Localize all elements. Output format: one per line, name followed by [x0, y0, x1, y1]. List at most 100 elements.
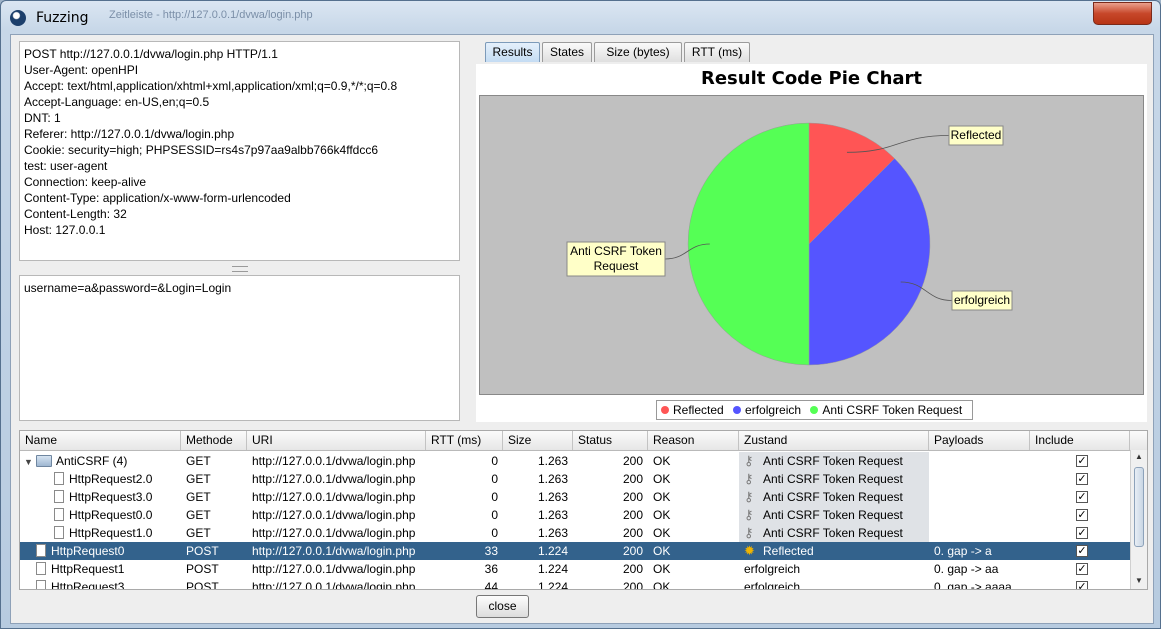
- table-scrollbar[interactable]: ▲ ▼: [1130, 450, 1147, 589]
- close-button[interactable]: close: [476, 595, 529, 618]
- cell-name: HttpRequest1.0: [20, 524, 181, 542]
- table-row[interactable]: HttpRequest1.0 GET http://127.0.0.1/dvwa/l…: [20, 524, 1130, 542]
- title-bar[interactable]: Fuzzing Zeitleiste - http://127.0.0.1/dv…: [1, 1, 1160, 35]
- cell-uri: http://127.0.0.1/dvwa/login.php: [252, 490, 416, 504]
- cell-zustand: ⚷ Anti CSRF Token Request: [739, 470, 929, 488]
- document-icon: [54, 490, 64, 503]
- column-header-include[interactable]: Include: [1030, 431, 1130, 450]
- legend-item-reflected: Reflected: [661, 401, 724, 419]
- cell-name: HttpRequest3.0: [20, 488, 181, 506]
- cell-size: 1.263: [537, 526, 568, 540]
- split-pane-divider[interactable]: [232, 266, 248, 272]
- tree-expand-icon[interactable]: ▼: [24, 453, 34, 470]
- include-checkbox[interactable]: ✓: [1076, 473, 1088, 485]
- cell-reason: OK: [653, 526, 671, 540]
- cell-status: 200: [622, 580, 643, 590]
- fuzzing-content: POST http://127.0.0.1/dvwa/login.php HTT…: [10, 34, 1154, 624]
- cell-uri: http://127.0.0.1/dvwa/login.php: [252, 526, 416, 540]
- background-window-title: Zeitleiste - http://127.0.0.1/dvwa/login…: [109, 9, 313, 21]
- pie-chart-plot: Reflected erfolgreich Anti CSRF TokenReque…: [479, 95, 1144, 395]
- cell-payloads: [929, 470, 1030, 488]
- table-row[interactable]: HttpRequest0 POST http://127.0.0.1/dvwa/lo…: [20, 542, 1130, 560]
- cell-rtt: 44: [484, 580, 498, 590]
- cell-size: 1.224: [537, 580, 568, 590]
- cell-status: 200: [622, 454, 643, 468]
- cell-name: ▼ AntiCSRF (4): [20, 452, 181, 470]
- cell-zustand: ✹ Reflected: [744, 543, 814, 558]
- cell-name: HttpRequest0.0: [20, 506, 181, 524]
- cell-method: GET: [186, 472, 211, 486]
- chart-legend: Reflected erfolgreich Anti CSRF Token Re…: [656, 400, 974, 420]
- cell-status: 200: [622, 526, 643, 540]
- legend-item-erfolgreich: erfolgreich: [733, 401, 801, 419]
- cell-name: HttpRequest1: [20, 560, 181, 578]
- tab-states[interactable]: States: [542, 42, 592, 62]
- tab-results[interactable]: Results: [485, 42, 540, 62]
- include-checkbox[interactable]: ✓: [1076, 455, 1088, 467]
- cell-reason: OK: [653, 544, 671, 558]
- tab-size-bytes[interactable]: Size (bytes): [594, 42, 682, 62]
- pie-chart-panel: Result Code Pie Chart Reflected erfolgrei…: [476, 64, 1147, 422]
- table-row[interactable]: HttpRequest2.0 GET http://127.0.0.1/dvwa/l…: [20, 470, 1130, 488]
- fuzz-results-table: Name Methode URI RTT (ms) Size Status Re…: [19, 430, 1148, 590]
- column-header-zustand[interactable]: Zustand: [739, 431, 929, 450]
- cell-reason: OK: [653, 562, 671, 576]
- request-header-text[interactable]: POST http://127.0.0.1/dvwa/login.php HTT…: [19, 41, 460, 261]
- cell-method: GET: [186, 490, 211, 504]
- cell-name: HttpRequest2.0: [20, 470, 181, 488]
- cell-method: POST: [186, 562, 219, 576]
- cell-uri: http://127.0.0.1/dvwa/login.php: [252, 508, 416, 522]
- column-header-status[interactable]: Status: [573, 431, 648, 450]
- column-header-uri[interactable]: URI: [247, 431, 426, 450]
- table-row[interactable]: HttpRequest0.0 GET http://127.0.0.1/dvwa/l…: [20, 506, 1130, 524]
- cell-size: 1.263: [537, 472, 568, 486]
- cell-name: HttpRequest3: [20, 578, 181, 589]
- include-checkbox[interactable]: ✓: [1076, 545, 1088, 557]
- include-checkbox[interactable]: ✓: [1076, 527, 1088, 539]
- include-checkbox[interactable]: ✓: [1076, 491, 1088, 503]
- cell-name: HttpRequest0: [20, 542, 181, 560]
- tab-rtt-ms[interactable]: RTT (ms): [684, 42, 750, 62]
- include-checkbox[interactable]: ✓: [1076, 509, 1088, 521]
- scroll-down-icon[interactable]: ▼: [1131, 574, 1147, 588]
- document-icon: [54, 526, 64, 539]
- column-header-reason[interactable]: Reason: [648, 431, 739, 450]
- cell-rtt: 33: [484, 544, 498, 558]
- cell-zustand: ⚷ Anti CSRF Token Request: [739, 506, 929, 524]
- window-close-button[interactable]: [1093, 2, 1152, 25]
- table-row[interactable]: HttpRequest3.0 GET http://127.0.0.1/dvwa/l…: [20, 488, 1130, 506]
- request-body-text[interactable]: username=a&password=&Login=Login: [19, 275, 460, 421]
- cell-payloads: 0. gap -> aa: [934, 562, 999, 576]
- cell-reason: OK: [653, 490, 671, 504]
- column-header-methode[interactable]: Methode: [181, 431, 247, 450]
- legend-dot-icon: [661, 406, 669, 414]
- app-icon: [10, 10, 26, 26]
- include-checkbox[interactable]: ✓: [1076, 563, 1088, 575]
- cell-uri: http://127.0.0.1/dvwa/login.php: [252, 472, 416, 486]
- cell-rtt: 0: [491, 472, 498, 486]
- table-row[interactable]: ▼ AntiCSRF (4) GET http://127.0.0.1/dvwa/lo…: [20, 452, 1130, 470]
- chart-title: Result Code Pie Chart: [700, 68, 923, 89]
- column-header-name[interactable]: Name: [20, 431, 181, 450]
- table-row[interactable]: HttpRequest1 POST http://127.0.0.1/dvwa/lo…: [20, 560, 1130, 578]
- cell-payloads: [929, 452, 1030, 470]
- key-icon: ⚷: [744, 471, 754, 486]
- cell-method: POST: [186, 580, 219, 590]
- cell-uri: http://127.0.0.1/dvwa/login.php: [252, 562, 416, 576]
- include-checkbox[interactable]: ✓: [1076, 581, 1088, 589]
- scrollbar-thumb[interactable]: [1134, 467, 1144, 547]
- column-header-size[interactable]: Size: [503, 431, 573, 450]
- scroll-up-icon[interactable]: ▲: [1131, 450, 1147, 464]
- column-header-payloads[interactable]: Payloads: [929, 431, 1030, 450]
- table-row[interactable]: HttpRequest3 POST http://127.0.0.1/dvwa/lo…: [20, 578, 1130, 590]
- cell-method: GET: [186, 526, 211, 540]
- cell-method: GET: [186, 454, 211, 468]
- cell-method: GET: [186, 508, 211, 522]
- cell-reason: OK: [653, 472, 671, 486]
- sun-icon: ✹: [744, 543, 755, 558]
- pie-label: Reflected: [951, 128, 1002, 142]
- cell-zustand: ⚷ Anti CSRF Token Request: [739, 488, 929, 506]
- cell-size: 1.224: [537, 562, 568, 576]
- column-header-rtt[interactable]: RTT (ms): [426, 431, 503, 450]
- pie-label: erfolgreich: [954, 293, 1010, 307]
